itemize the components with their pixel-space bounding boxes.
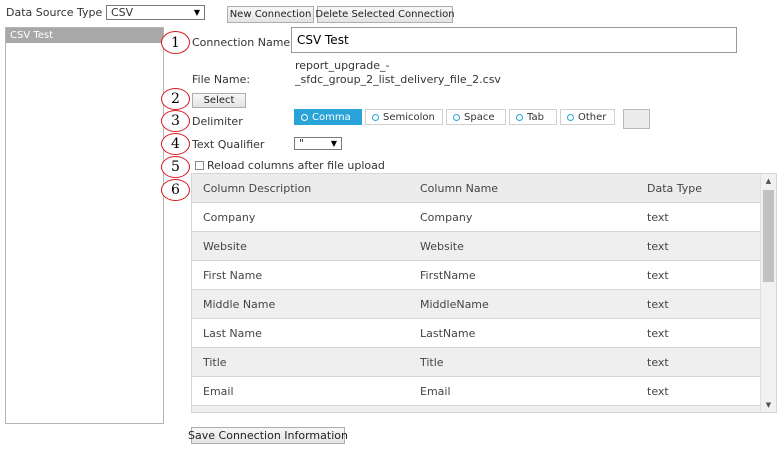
table-cell: First Name (203, 268, 263, 282)
text-qualifier-value: " (299, 137, 305, 150)
save-connection-button[interactable]: Save Connection Information (188, 427, 348, 444)
scroll-up-arrow-icon[interactable]: ▲ (761, 174, 776, 188)
reload-columns-checkbox[interactable] (195, 161, 204, 170)
connection-name-label: Connection Name (192, 36, 291, 49)
step-marker: 5 (161, 156, 190, 178)
table-cell: text (647, 210, 669, 224)
connection-list: CSV Test (5, 27, 164, 424)
step-marker: 2 (161, 88, 190, 110)
table-cell: Title (420, 355, 444, 369)
table-cell: Middle Name (203, 297, 276, 311)
data-source-type-select[interactable]: CSV ▼ (106, 5, 205, 20)
delimiter-label: Delimiter (192, 115, 243, 128)
scroll-down-arrow-icon[interactable]: ▼ (761, 398, 776, 412)
table-row[interactable] (192, 406, 776, 412)
table-row[interactable]: Company Company text (192, 203, 776, 232)
table-header-row: Column Description Column Name Data Type (192, 174, 776, 203)
connection-name-input[interactable]: CSV Test (291, 27, 737, 53)
table-row[interactable]: Website Website text (192, 232, 776, 261)
delimiter-option-tab[interactable]: Tab (509, 109, 557, 125)
table-cell: text (647, 268, 669, 282)
step-marker: 3 (161, 110, 190, 132)
radio-icon (516, 113, 523, 121)
table-scrollbar[interactable]: ▲ ▼ (760, 174, 776, 412)
radio-icon (453, 113, 460, 121)
table-cell: Last Name (203, 326, 262, 340)
table-cell: Company (203, 210, 256, 224)
table-row[interactable]: Middle Name MiddleName text (192, 290, 776, 319)
table-row[interactable]: First Name FirstName text (192, 261, 776, 290)
text-qualifier-label: Text Qualifier (192, 138, 265, 151)
scrollbar-thumb[interactable] (763, 190, 774, 282)
table-cell: text (647, 297, 669, 311)
table-cell: text (647, 326, 669, 340)
delimiter-option-other[interactable]: Other (560, 109, 615, 125)
columns-table: Column Description Column Name Data Type… (191, 173, 777, 413)
table-cell: Title (203, 355, 227, 369)
step-marker: 4 (161, 133, 190, 155)
table-cell: text (647, 384, 669, 398)
data-source-type-value: CSV (111, 6, 134, 19)
other-delimiter-input[interactable] (623, 109, 650, 129)
table-cell: Email (420, 384, 451, 398)
table-cell: text (647, 239, 669, 253)
step-marker: 6 (161, 179, 190, 201)
table-row[interactable]: Email Email text (192, 377, 776, 406)
radio-icon (301, 113, 308, 121)
new-connection-button[interactable]: New Connection (227, 6, 314, 23)
table-row[interactable]: Last Name LastName text (192, 319, 776, 348)
delimiter-option-space[interactable]: Space (446, 109, 506, 125)
table-cell: LastName (420, 326, 476, 340)
select-file-button[interactable]: Select (192, 93, 246, 108)
table-cell: FirstName (420, 268, 476, 282)
table-cell: Company (420, 210, 473, 224)
text-qualifier-select[interactable]: " ▼ (294, 137, 342, 150)
table-cell: Website (203, 239, 247, 253)
table-cell: text (647, 355, 669, 369)
reload-columns-label: Reload columns after file upload (207, 159, 385, 172)
radio-icon (372, 113, 379, 121)
delimiter-options: Comma Semicolon Space Tab Other (294, 109, 615, 125)
chevron-down-icon: ▼ (193, 8, 200, 17)
connection-list-item[interactable]: CSV Test (6, 28, 163, 43)
delimiter-option-comma[interactable]: Comma (294, 109, 362, 125)
data-source-type-label: Data Source Type (6, 6, 103, 19)
delimiter-option-semicolon[interactable]: Semicolon (365, 109, 443, 125)
data-type-header: Data Type (647, 181, 703, 195)
column-name-header: Column Name (420, 181, 499, 195)
file-name-line1: report_upgrade_- (295, 59, 390, 72)
step-marker: 1 (161, 31, 190, 54)
chevron-down-icon: ▼ (330, 139, 337, 148)
radio-icon (567, 113, 574, 121)
file-name-line2: _sfdc_group_2_list_delivery_file_2.csv (295, 73, 501, 86)
table-cell: Website (420, 239, 464, 253)
table-cell: MiddleName (420, 297, 489, 311)
column-description-header: Column Description (203, 181, 312, 195)
table-row[interactable]: Title Title text (192, 348, 776, 377)
table-cell: Email (203, 384, 234, 398)
delete-connection-button[interactable]: Delete Selected Connection (315, 6, 455, 23)
file-name-label: File Name: (192, 73, 251, 86)
